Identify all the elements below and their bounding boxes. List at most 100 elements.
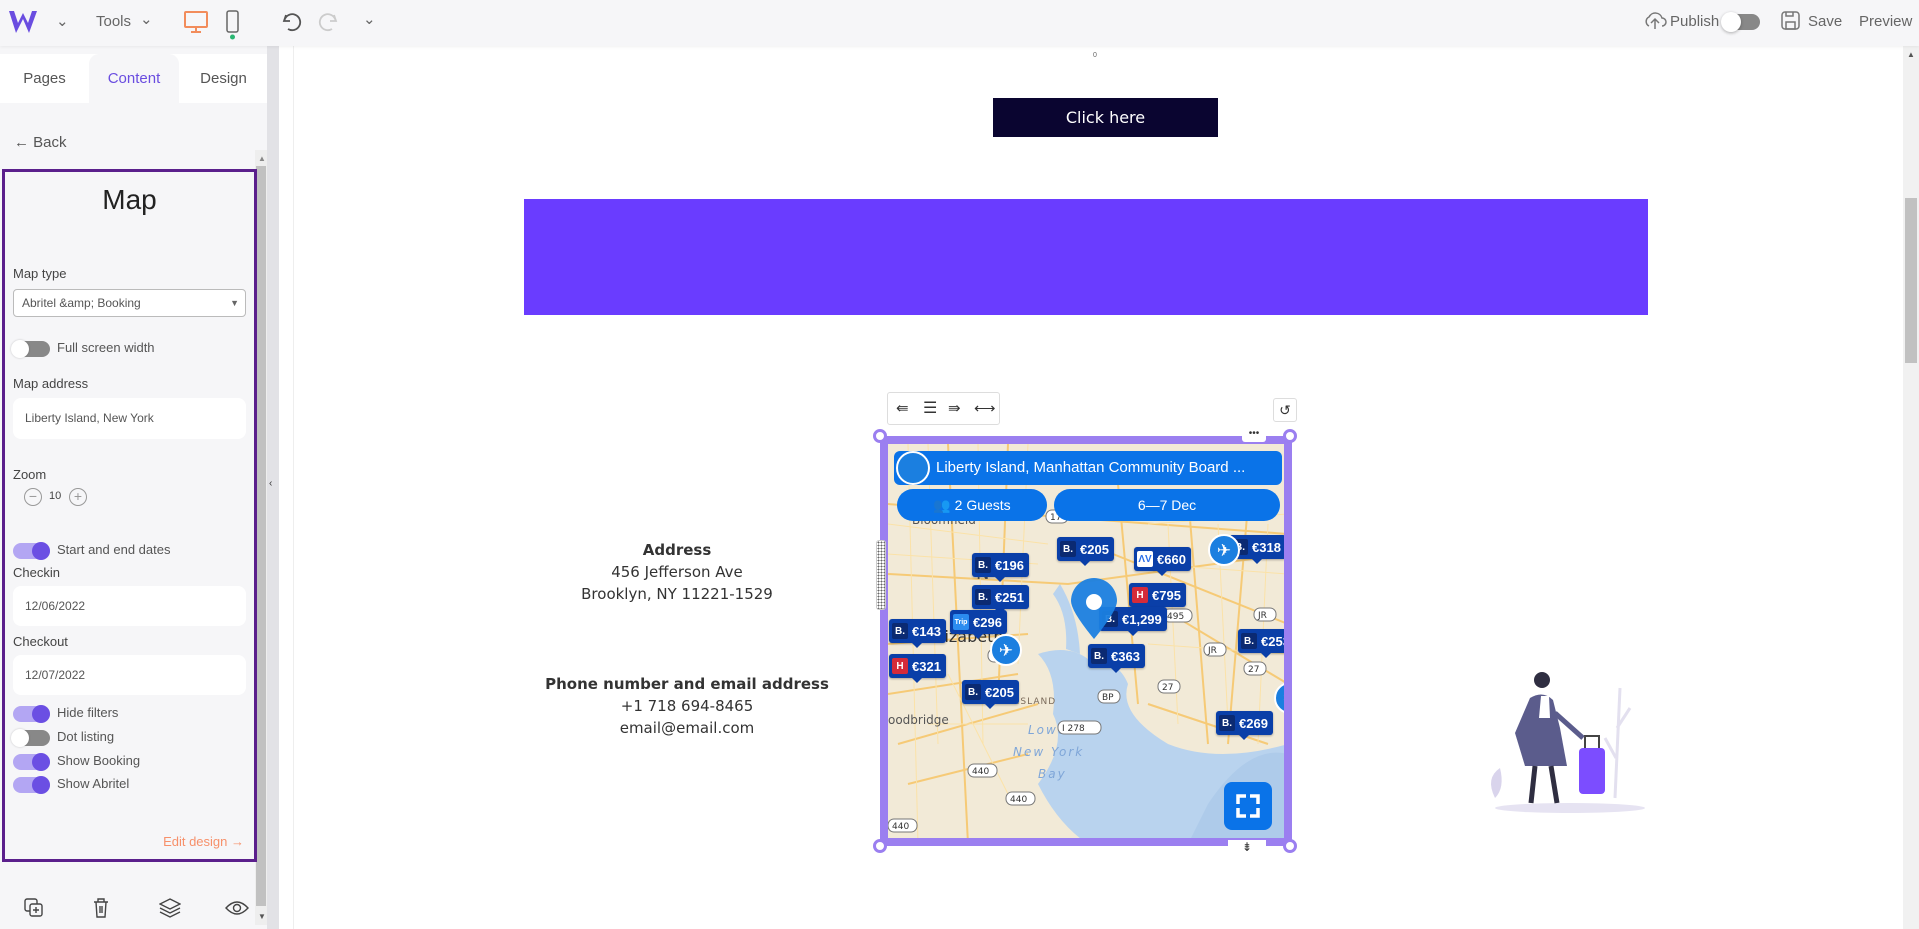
price-marker[interactable]: B. €205: [1057, 537, 1114, 566]
full-width-toggle[interactable]: [11, 340, 50, 358]
edit-design-link[interactable]: Edit design →: [163, 834, 244, 849]
price-marker[interactable]: H €321: [889, 654, 946, 683]
reset-rotate-icon[interactable]: ↺: [1273, 398, 1297, 422]
arrow-left-icon: ←: [14, 134, 34, 151]
ruler-zero-label: 0: [1093, 52, 1097, 59]
checkout-input[interactable]: 12/07/2022: [13, 655, 246, 695]
resize-handle-bottom-right[interactable]: [1283, 839, 1297, 853]
guests-icon: 👥: [933, 497, 955, 513]
tab-pages[interactable]: Pages: [0, 54, 89, 103]
show-abritel-toggle[interactable]: [13, 776, 50, 794]
trash-icon[interactable]: [93, 898, 109, 918]
price-marker[interactable]: B. €196: [972, 553, 1029, 582]
map-widget[interactable]: Bloomfield N lizabeth STATEN ISLAND oodb…: [880, 436, 1292, 846]
marker-price: €321: [912, 658, 941, 674]
save-button[interactable]: Save: [1808, 13, 1842, 30]
panel-title: Map: [102, 184, 157, 215]
fullscreen-button[interactable]: [1224, 782, 1272, 830]
hide-filters-toggle[interactable]: [13, 705, 50, 723]
align-right-icon[interactable]: ⇛: [948, 399, 961, 417]
tab-design[interactable]: Design: [179, 54, 268, 103]
sidebar-collapse-handle[interactable]: ‹: [267, 46, 279, 929]
align-center-icon[interactable]: ☰: [923, 398, 937, 418]
trip-logo-icon: Trip: [953, 614, 969, 630]
guests-button[interactable]: 👥 2 Guests: [897, 489, 1047, 521]
map-type-label: Map type: [13, 266, 67, 281]
save-icon[interactable]: [1781, 11, 1801, 31]
checkin-label: Checkin: [13, 565, 60, 580]
move-down-icon[interactable]: ⇟: [1228, 840, 1266, 860]
logo-chevron-icon[interactable]: ⌄: [56, 12, 69, 30]
marker-price: €363: [1111, 648, 1140, 664]
logo-icon[interactable]: [8, 9, 38, 35]
phone-number: +1 718 694-8465: [620, 697, 754, 715]
road-label: BP: [1102, 693, 1114, 703]
road-label: 440: [892, 822, 909, 832]
marker-price: €196: [995, 557, 1024, 573]
price-marker[interactable]: B. €363: [1088, 644, 1145, 673]
show-booking-toggle[interactable]: [13, 753, 50, 771]
booking-logo-icon: B.: [1241, 633, 1257, 649]
history-chevron-icon[interactable]: ⌄: [363, 10, 376, 28]
map-type-value: Abritel &amp; Booking: [22, 296, 141, 310]
dates-button[interactable]: 6—7 Dec: [1054, 489, 1280, 521]
marker-price: €795: [1152, 587, 1181, 603]
checkin-input[interactable]: 12/06/2022: [13, 586, 246, 626]
more-options-icon[interactable]: •••: [1242, 428, 1266, 442]
desktop-view-icon[interactable]: [184, 11, 208, 33]
map-address-input[interactable]: Liberty Island, New York: [13, 398, 246, 439]
layers-icon[interactable]: [159, 898, 181, 918]
marker-price: €253: [1261, 633, 1290, 649]
dates-toggle[interactable]: [13, 542, 50, 560]
road-label: 495: [1167, 612, 1184, 622]
abritel-logo-icon: ΛV: [1137, 551, 1153, 567]
price-marker[interactable]: B. €143: [889, 619, 946, 648]
fullscreen-icon: [1236, 794, 1260, 818]
tools-menu[interactable]: Tools: [96, 13, 131, 30]
dot-listing-toggle[interactable]: [11, 729, 50, 747]
publish-label[interactable]: Publish: [1670, 13, 1719, 30]
booking-logo-icon: B.: [1060, 541, 1076, 557]
undo-icon[interactable]: [280, 11, 302, 33]
price-marker[interactable]: ΛV €660: [1134, 547, 1191, 576]
back-button[interactable]: ← Back: [14, 134, 67, 151]
booking-logo-icon: B.: [975, 557, 991, 573]
resize-handle-top-left[interactable]: [873, 429, 887, 443]
full-width-icon[interactable]: ⟷: [974, 399, 996, 417]
resize-handle-top-right[interactable]: [1283, 429, 1297, 443]
publish-toggle[interactable]: [1721, 12, 1760, 32]
price-marker[interactable]: B. €205: [962, 680, 1019, 709]
price-marker[interactable]: H €795: [1129, 583, 1186, 612]
resize-handle-bottom-left[interactable]: [873, 839, 887, 853]
tools-chevron-icon[interactable]: ⌄: [140, 10, 153, 28]
map-search-bar[interactable]: Liberty Island, Manhattan Community Boar…: [894, 451, 1282, 485]
sidebar-tabs: Pages Content Design: [0, 54, 267, 103]
map-type-select[interactable]: Abritel &amp; Booking ▼: [13, 289, 246, 317]
zoom-plus-button[interactable]: +: [69, 488, 87, 506]
place-label: oodbridge: [888, 713, 949, 727]
eye-icon[interactable]: [225, 900, 249, 916]
place-label: Bay: [1038, 767, 1067, 781]
price-marker[interactable]: B. €251: [972, 585, 1029, 614]
align-left-icon[interactable]: ⇚: [896, 399, 909, 417]
price-marker[interactable]: B. €253: [1238, 629, 1290, 658]
zoom-minus-button[interactable]: −: [24, 488, 42, 506]
location-pin-icon: [1071, 578, 1117, 639]
mobile-view-icon[interactable]: [226, 10, 240, 40]
price-marker[interactable]: Trip €296: [950, 610, 1007, 639]
redo-icon[interactable]: [318, 11, 340, 33]
preview-button[interactable]: Preview: [1859, 13, 1912, 30]
map-search-globe-icon: [896, 451, 930, 485]
zoom-value: 10: [49, 490, 62, 502]
canvas-scrollbar[interactable]: ▲: [1903, 46, 1919, 929]
duplicate-icon[interactable]: [24, 898, 44, 918]
marker-price: €205: [985, 684, 1014, 700]
tab-content[interactable]: Content: [89, 54, 179, 103]
click-here-button[interactable]: Click here: [993, 98, 1218, 137]
drag-handle-icon[interactable]: [876, 540, 886, 610]
price-marker[interactable]: B. €269: [1216, 711, 1273, 740]
marker-price: €296: [973, 614, 1002, 630]
top-toolbar: ⌄ Tools ⌄ ⌄ Publish Save Preview: [0, 0, 1919, 46]
svg-text:✈: ✈: [1283, 689, 1292, 708]
road-label: 440: [972, 767, 989, 777]
